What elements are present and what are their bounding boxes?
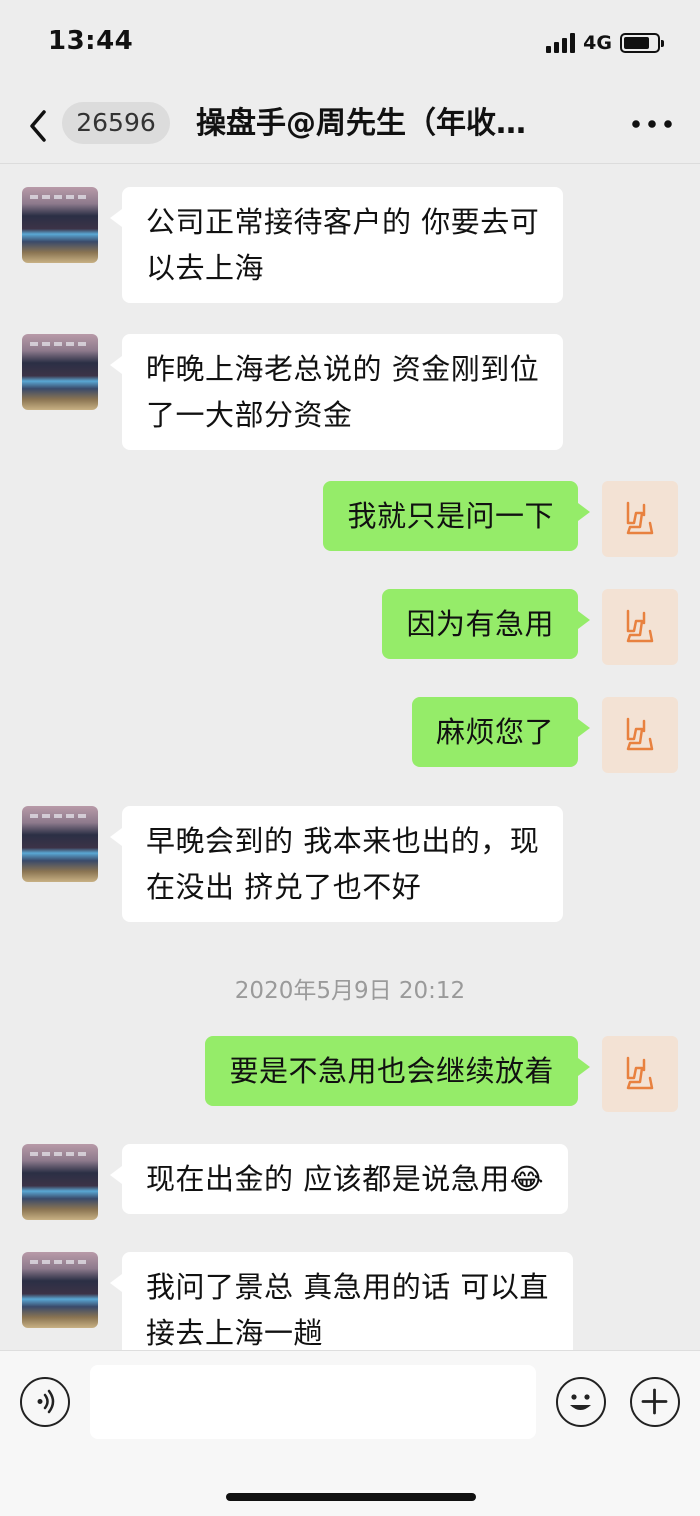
avatar-glyph-icon — [626, 609, 654, 643]
message-bubble-received[interactable]: 现在出金的 应该都是说急用😂 — [109, 1144, 569, 1214]
message-input[interactable] — [90, 1365, 536, 1439]
message-line: 早晚会到的 我本来也出的，现 — [146, 824, 540, 858]
self-avatar[interactable] — [602, 481, 678, 557]
home-indicator[interactable] — [226, 1493, 476, 1501]
signal-icon — [546, 33, 576, 53]
input-bar — [0, 1350, 700, 1516]
message-line: 以去上海 — [146, 251, 265, 285]
message-list[interactable]: 公司正常接待客户的 你要去可 以去上海 昨晚上海老总说的 资金刚到位 了一大部分… — [0, 165, 700, 1350]
chat-header: 26596 操盘手@周先生（年收… — [0, 88, 700, 164]
message-line: 因为有急用 — [406, 607, 554, 641]
status-time: 13:44 — [48, 26, 134, 56]
message-bubble-sent[interactable]: 要是不急用也会继续放着 — [205, 1036, 590, 1106]
contact-avatar[interactable] — [22, 334, 98, 410]
message-line: 接去上海一趟 — [146, 1316, 324, 1350]
self-avatar[interactable] — [602, 697, 678, 773]
contact-avatar[interactable] — [22, 1252, 98, 1328]
chevron-left-icon[interactable] — [22, 106, 56, 146]
message-bubble-received[interactable]: 我问了景总 真急用的话 可以直 接去上海一趟 — [110, 1252, 573, 1350]
message-line: 现在出金的 应该都是说急用😂 — [146, 1162, 545, 1196]
network-type: 4G — [583, 32, 612, 54]
avatar-glyph-icon — [626, 1056, 654, 1090]
message-bubble-sent[interactable]: 麻烦您了 — [411, 697, 591, 767]
avatar-glyph-icon — [626, 717, 654, 751]
contact-avatar[interactable] — [22, 1144, 98, 1220]
voice-icon[interactable] — [20, 1377, 70, 1427]
status-indicators: 4G — [546, 30, 664, 56]
status-bar: 13:44 4G — [0, 0, 700, 88]
self-avatar[interactable] — [602, 1036, 678, 1112]
message-line: 昨晚上海老总说的 资金刚到位 — [146, 352, 540, 386]
more-dots-icon[interactable] — [630, 112, 674, 136]
message-bubble-received[interactable]: 昨晚上海老总说的 资金刚到位 了一大部分资金 — [109, 334, 564, 450]
emoji-icon[interactable] — [556, 1377, 606, 1427]
message-line: 公司正常接待客户的 你要去可 — [146, 205, 540, 239]
message-bubble-received[interactable]: 早晚会到的 我本来也出的，现 在没出 挤兑了也不好 — [109, 806, 564, 922]
avatar-glyph-icon — [626, 501, 654, 535]
plus-icon[interactable] — [630, 1377, 680, 1427]
unread-count-badge[interactable]: 26596 — [62, 102, 170, 144]
message-line: 我问了景总 真急用的话 可以直 — [146, 1270, 549, 1304]
chat-title: 操盘手@周先生（年收… — [196, 106, 526, 141]
message-bubble-received[interactable]: 公司正常接待客户的 你要去可 以去上海 — [109, 187, 564, 303]
battery-icon — [620, 33, 664, 53]
message-line: 我就只是问一下 — [347, 499, 554, 533]
message-line: 在没出 挤兑了也不好 — [146, 870, 422, 904]
message-bubble-sent[interactable]: 我就只是问一下 — [323, 481, 590, 551]
contact-avatar[interactable] — [22, 806, 98, 882]
message-line: 了一大部分资金 — [146, 398, 353, 432]
chat-timestamp: 2020年5月9日 20:12 — [234, 978, 466, 1004]
contact-avatar[interactable] — [22, 187, 98, 263]
message-line: 要是不急用也会继续放着 — [229, 1054, 554, 1088]
message-bubble-sent[interactable]: 因为有急用 — [382, 589, 590, 659]
self-avatar[interactable] — [602, 589, 678, 665]
message-line: 麻烦您了 — [435, 715, 554, 749]
